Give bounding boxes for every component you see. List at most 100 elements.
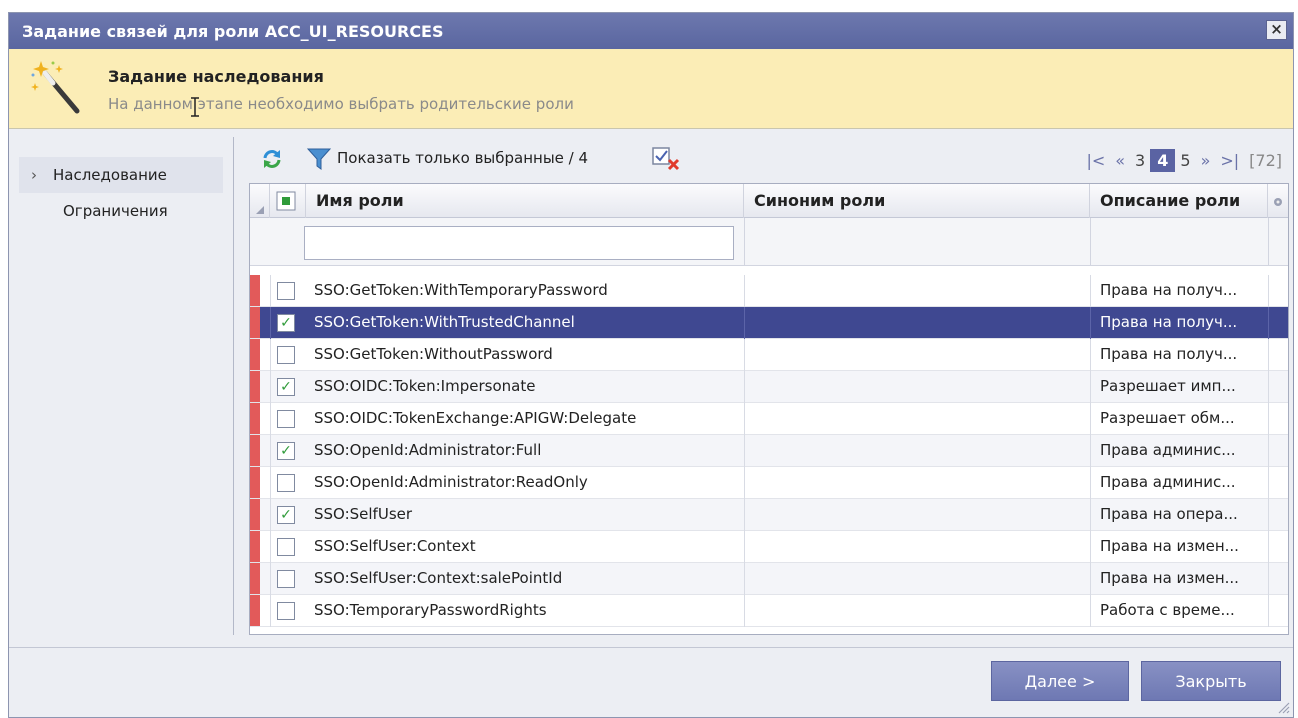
- table-row[interactable]: SSO:TemporaryPasswordRights Работа с врем…: [250, 595, 1288, 627]
- sidebar: › Наследование Ограничения: [19, 157, 223, 229]
- step-title: Задание наследования: [108, 67, 324, 86]
- table-row[interactable]: SSO:SelfUser:Context Права на измен...: [250, 531, 1288, 563]
- row-checkbox[interactable]: ✓: [277, 314, 295, 332]
- role-description-cell: Права на получ...: [1100, 313, 1238, 331]
- dialog-titlebar[interactable]: Задание связей для роли ACC_UI_RESOURCES…: [9, 13, 1293, 49]
- row-status-marker: [250, 307, 260, 338]
- table-row[interactable]: SSO:OIDC:TokenExchange:APIGW:Delegate Раз…: [250, 403, 1288, 435]
- row-status-marker: [250, 275, 260, 306]
- role-synonym-cell: [752, 371, 1082, 403]
- role-name-filter-input[interactable]: [304, 226, 734, 260]
- pager-next-button[interactable]: »: [1196, 151, 1216, 170]
- role-description-cell: Разрешает имп...: [1100, 377, 1236, 395]
- table-row[interactable]: ✓ SSO:SelfUser Права на опера...: [250, 499, 1288, 531]
- sidebar-item-restrictions[interactable]: Ограничения: [19, 193, 223, 229]
- next-button[interactable]: Далее >: [991, 661, 1129, 701]
- role-name-cell: SSO:TemporaryPasswordRights: [314, 601, 547, 619]
- role-name-cell: SSO:GetToken:WithTrustedChannel: [314, 313, 575, 331]
- role-synonym-cell: [752, 499, 1082, 531]
- row-checkbox[interactable]: [277, 570, 295, 588]
- table-row[interactable]: SSO:GetToken:WithTemporaryPassword Права …: [250, 275, 1288, 307]
- filter-row: [250, 218, 1288, 266]
- row-status-marker: [250, 531, 260, 562]
- role-description-cell: Права на измен...: [1100, 537, 1239, 555]
- pager-last-button[interactable]: >|: [1215, 151, 1244, 170]
- sidebar-divider: [233, 137, 234, 635]
- row-checkbox[interactable]: [277, 602, 295, 620]
- wizard-header: Задание наследования На данном этапе нео…: [9, 49, 1293, 129]
- table-row[interactable]: SSO:GetToken:WithoutPassword Права на пол…: [250, 339, 1288, 371]
- table-row[interactable]: ✓ SSO:GetToken:WithTrustedChannel Права на…: [250, 307, 1288, 339]
- role-name-cell: SSO:GetToken:WithoutPassword: [314, 345, 553, 363]
- dialog-title: Задание связей для роли ACC_UI_RESOURCES: [22, 22, 444, 41]
- filter-icon[interactable]: [307, 148, 331, 170]
- role-description-cell: Права на измен...: [1100, 569, 1239, 587]
- row-checkbox[interactable]: ✓: [277, 506, 295, 524]
- refresh-icon[interactable]: [261, 148, 283, 170]
- column-header-name[interactable]: Имя роли: [306, 184, 744, 218]
- role-name-cell: SSO:SelfUser:Context:salePointId: [314, 569, 563, 587]
- pager: |< « 3 4 5 » >| [72]: [1081, 147, 1287, 173]
- role-description-cell: Права админис...: [1100, 473, 1236, 491]
- table-row[interactable]: ✓ SSO:OpenId:Administrator:Full Права адми…: [250, 435, 1288, 467]
- column-header-synonym[interactable]: Синоним роли: [744, 184, 1090, 218]
- footer-divider: [9, 647, 1293, 648]
- role-synonym-cell: [752, 435, 1082, 467]
- role-name-cell: SSO:SelfUser: [314, 505, 413, 523]
- show-selected-label[interactable]: Показать только выбранные / 4: [337, 149, 588, 167]
- pager-page-button[interactable]: 3: [1130, 151, 1150, 170]
- role-description-cell: Права на получ...: [1100, 281, 1238, 299]
- table-row[interactable]: ✓ SSO:OIDC:Token:Impersonate Разрешает имп…: [250, 371, 1288, 403]
- row-status-marker: [250, 435, 260, 466]
- row-checkbox[interactable]: [277, 538, 295, 556]
- dialog-window: Задание связей для роли ACC_UI_RESOURCES…: [8, 12, 1294, 718]
- column-header-description[interactable]: Описание роли: [1090, 184, 1268, 218]
- table-row[interactable]: SSO:OpenId:Administrator:ReadOnly Права а…: [250, 467, 1288, 499]
- role-synonym-cell: [752, 467, 1082, 499]
- row-status-marker: [250, 595, 260, 626]
- row-status-marker: [250, 371, 260, 402]
- select-all-checkbox-icon[interactable]: [270, 184, 306, 218]
- row-checkbox[interactable]: ✓: [277, 378, 295, 396]
- role-synonym-cell: [752, 339, 1082, 371]
- row-checkbox[interactable]: [277, 474, 295, 492]
- row-status-marker: [250, 467, 260, 498]
- role-synonym-cell: [752, 531, 1082, 563]
- grid-toolbar: Показать только выбранные / 4 |< « 3 4 5…: [247, 143, 1287, 177]
- grid-header: Имя роли Синоним роли Описание роли: [250, 184, 1288, 218]
- role-synonym-cell: [752, 275, 1082, 307]
- chevron-right-icon: ›: [31, 166, 37, 184]
- sidebar-item-inheritance[interactable]: › Наследование: [19, 157, 223, 193]
- row-checkbox[interactable]: [277, 346, 295, 364]
- close-button[interactable]: Закрыть: [1141, 661, 1281, 701]
- row-checkbox[interactable]: [277, 410, 295, 428]
- roles-grid: Имя роли Синоним роли Описание роли SSO:…: [249, 183, 1289, 635]
- row-status-marker: [250, 339, 260, 370]
- pager-prev-button[interactable]: «: [1110, 151, 1130, 170]
- sidebar-item-label: Наследование: [53, 166, 167, 184]
- role-name-cell: SSO:OpenId:Administrator:Full: [314, 441, 542, 459]
- column-settings-icon[interactable]: [1268, 184, 1288, 218]
- pager-page-button[interactable]: 5: [1175, 151, 1195, 170]
- step-description: На данном этапе необходимо выбрать родит…: [108, 95, 574, 113]
- row-status-marker: [250, 563, 260, 594]
- pager-first-button[interactable]: |<: [1081, 151, 1110, 170]
- role-name-cell: SSO:OIDC:TokenExchange:APIGW:Delegate: [314, 409, 637, 427]
- role-description-cell: Работа с време...: [1100, 601, 1235, 619]
- close-icon[interactable]: ×: [1266, 20, 1287, 40]
- role-name-cell: SSO:GetToken:WithTemporaryPassword: [314, 281, 608, 299]
- role-name-cell: SSO:SelfUser:Context: [314, 537, 476, 555]
- pager-total-pages: [72]: [1249, 150, 1282, 170]
- pager-current-page[interactable]: 4: [1150, 148, 1176, 172]
- row-status-marker: [250, 499, 260, 530]
- role-synonym-cell: [752, 403, 1082, 435]
- role-description-cell: Права на опера...: [1100, 505, 1238, 523]
- header-select-all[interactable]: [270, 184, 306, 218]
- role-synonym-cell: [752, 307, 1082, 339]
- row-status-marker: [250, 403, 260, 434]
- table-row[interactable]: SSO:SelfUser:Context:salePointId Права на…: [250, 563, 1288, 595]
- row-checkbox[interactable]: [277, 282, 295, 300]
- clear-selection-icon[interactable]: [651, 146, 681, 172]
- resize-grip-icon[interactable]: [1276, 700, 1290, 714]
- row-checkbox[interactable]: ✓: [277, 442, 295, 460]
